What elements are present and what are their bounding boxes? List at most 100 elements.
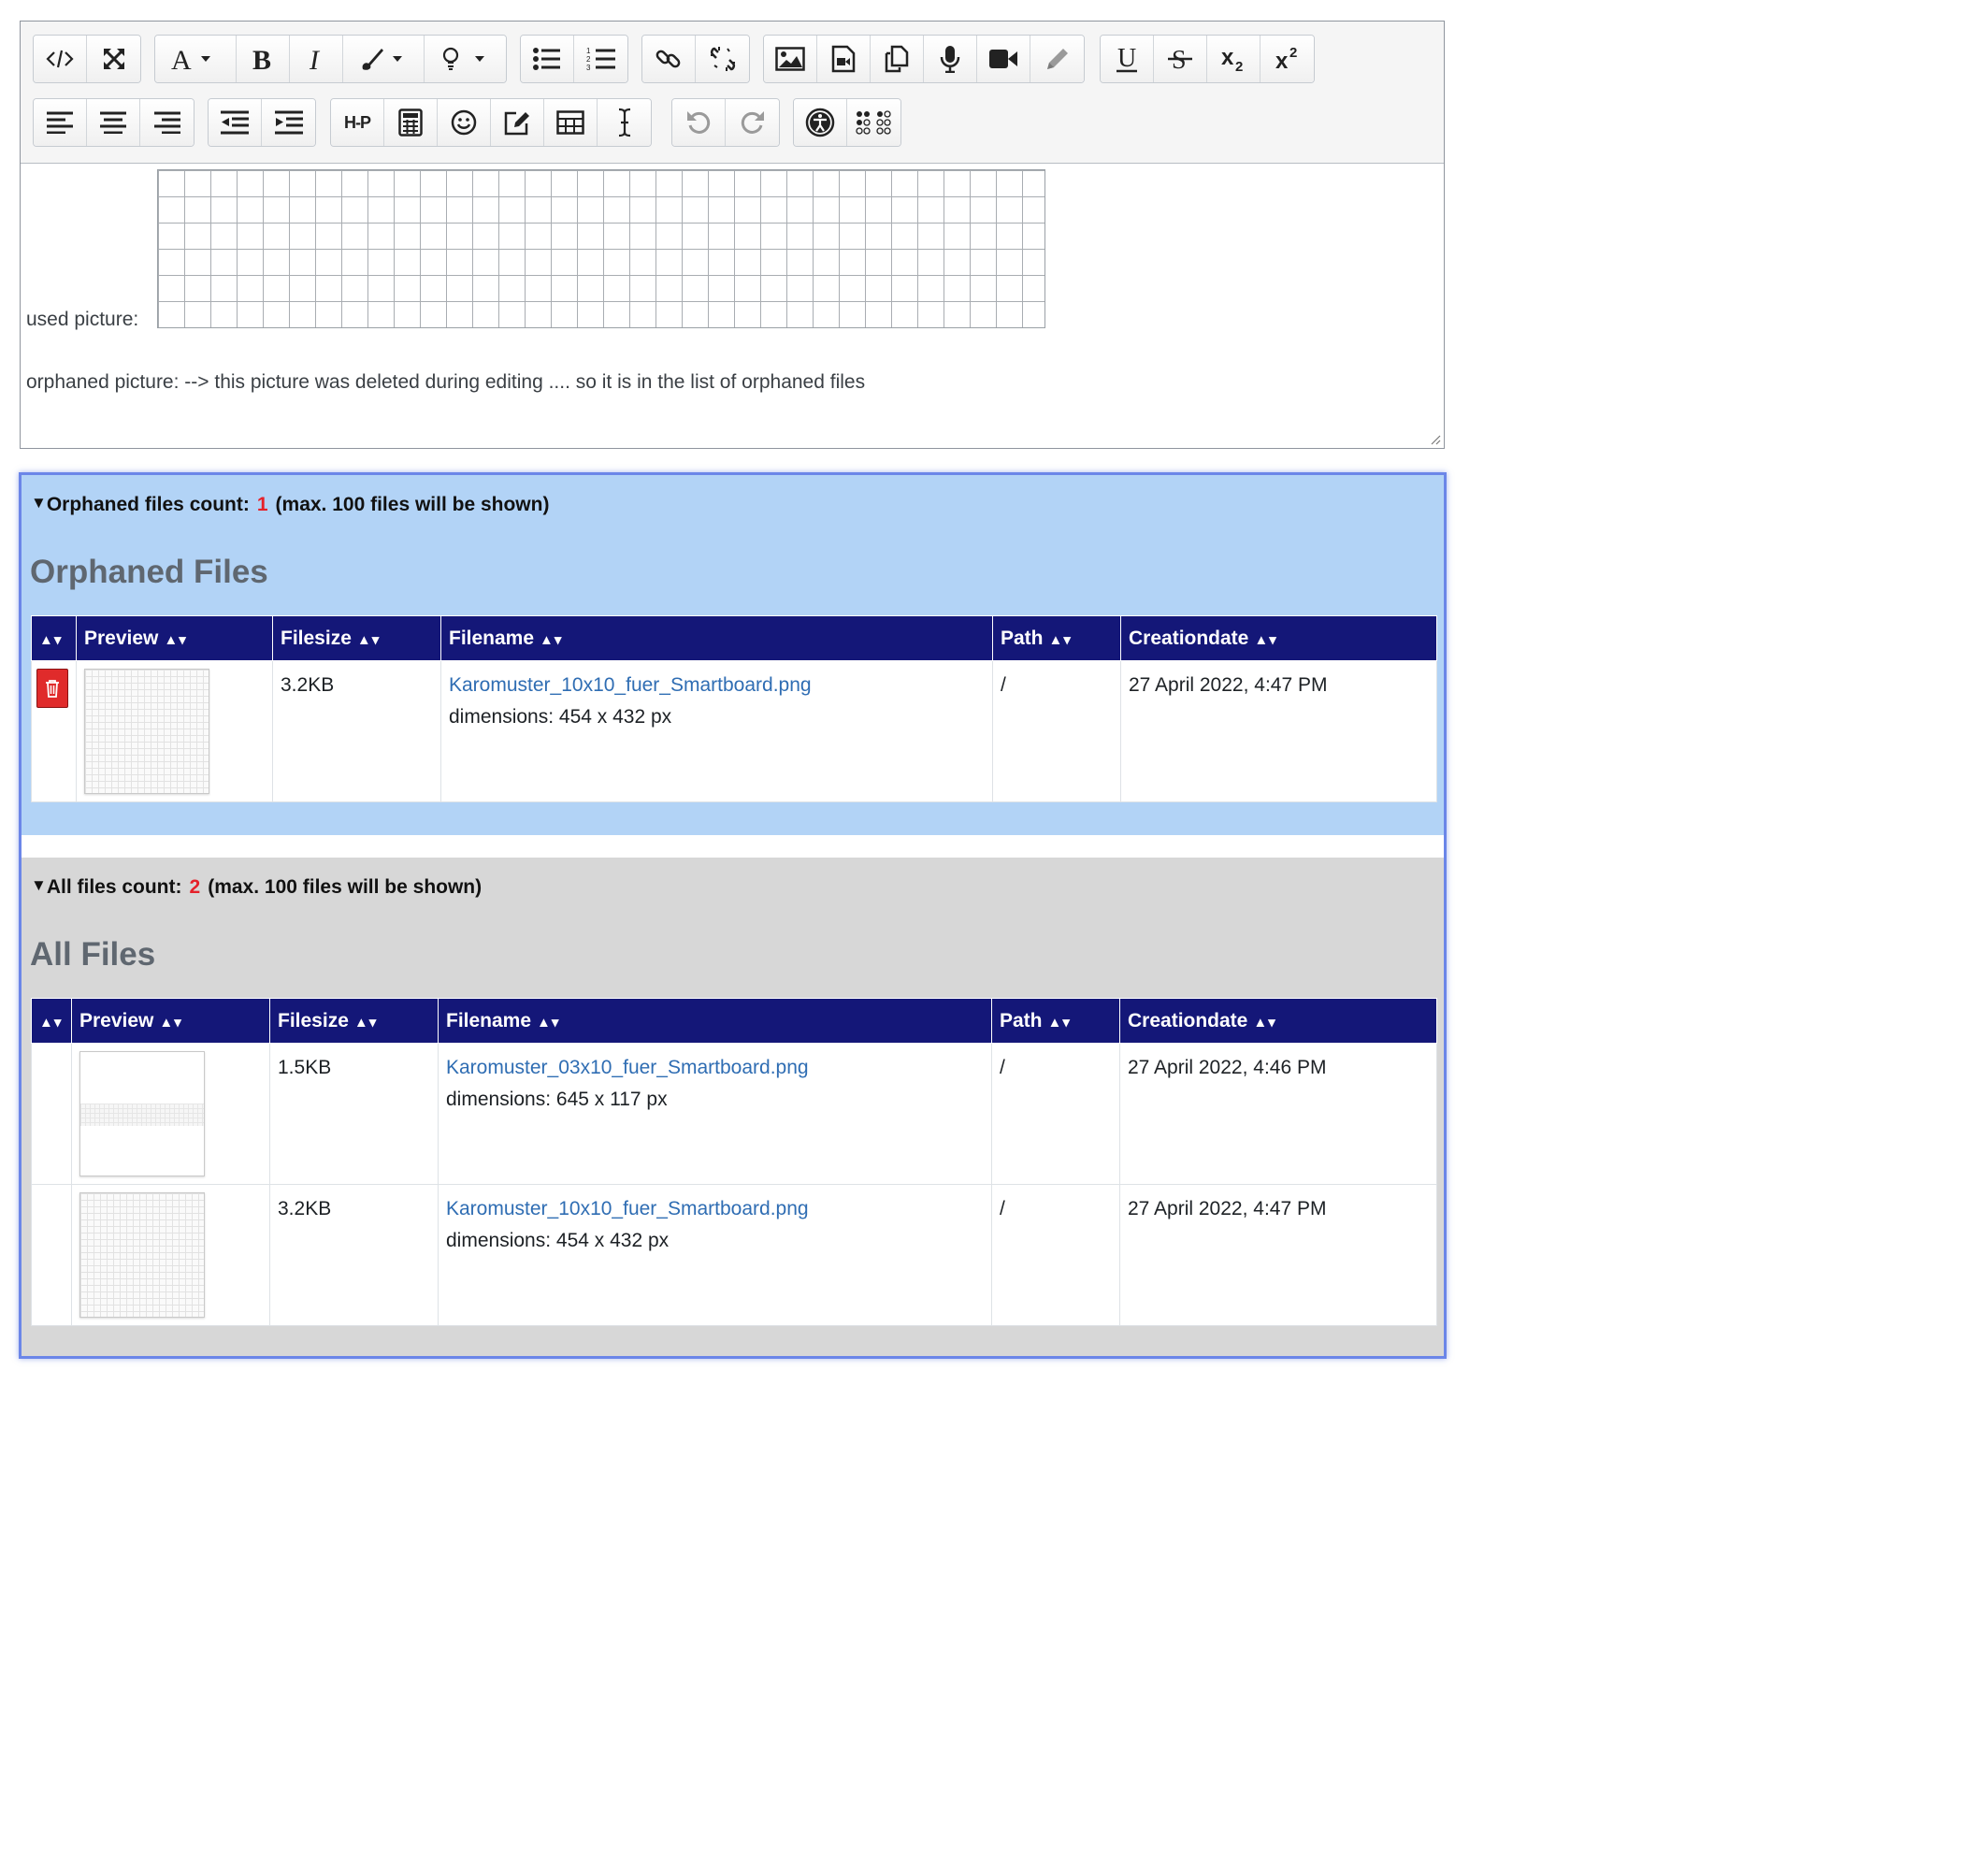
- toolbar-group-style: A B I: [154, 35, 507, 83]
- filesize-cell: 1.5KB: [269, 1043, 439, 1185]
- column-header-actions[interactable]: ▲▾: [31, 615, 77, 661]
- unlink-icon[interactable]: [696, 36, 749, 82]
- column-header-filename[interactable]: Filename ▲▾: [438, 998, 992, 1044]
- column-header-preview[interactable]: Preview ▲▾: [76, 615, 273, 661]
- bullet-list-icon[interactable]: [521, 36, 574, 82]
- column-header-filename[interactable]: Filename ▲▾: [440, 615, 993, 661]
- creationdate-cell: 27 April 2022, 4:47 PM: [1120, 660, 1437, 802]
- subscript-icon[interactable]: x2: [1207, 36, 1261, 82]
- accessibility-icon[interactable]: [794, 99, 847, 146]
- brush-icon[interactable]: [343, 36, 425, 82]
- all-files-summary[interactable]: ▼All files count: 2 (max. 100 files will b…: [31, 876, 482, 899]
- edit-icon[interactable]: [491, 99, 544, 146]
- orphaned-files-summary[interactable]: ▼Orphaned files count: 1 (max. 100 files w…: [31, 494, 549, 516]
- sort-arrows-icon: ▲▾: [39, 631, 63, 648]
- filename-link[interactable]: Karomuster_03x10_fuer_Smartboard.png: [446, 1057, 984, 1079]
- used-picture-label: used picture:: [26, 309, 139, 330]
- align-center-icon[interactable]: [87, 99, 140, 146]
- h5p-label: H-P: [344, 112, 371, 132]
- microphone-icon[interactable]: [924, 36, 977, 82]
- pencil-icon[interactable]: [1030, 36, 1084, 82]
- align-right-icon[interactable]: [140, 99, 194, 146]
- undo-icon[interactable]: [672, 99, 726, 146]
- orphaned-picture-text: orphaned picture: --> this picture was d…: [26, 371, 866, 393]
- creationdate-cell: 27 April 2022, 4:47 PM: [1119, 1184, 1437, 1326]
- media-icon[interactable]: [817, 36, 871, 82]
- lightbulb-icon[interactable]: [425, 36, 506, 82]
- font-color-icon[interactable]: A: [155, 36, 237, 82]
- column-header-path[interactable]: Path ▲▾: [992, 615, 1121, 661]
- delete-button[interactable]: [36, 669, 68, 708]
- sort-arrows-icon: ▲▾: [1047, 1014, 1071, 1031]
- column-header-label: Preview: [79, 1009, 154, 1031]
- column-header-preview[interactable]: Preview ▲▾: [71, 998, 270, 1044]
- strikethrough-icon[interactable]: S: [1154, 36, 1207, 82]
- filesize-cell: 3.2KB: [269, 1184, 439, 1326]
- link-icon[interactable]: [642, 36, 696, 82]
- file-preview-thumbnail[interactable]: [79, 1192, 205, 1318]
- file-preview-thumbnail[interactable]: [79, 1051, 205, 1176]
- superscript-icon[interactable]: x2: [1261, 36, 1314, 82]
- column-header-label: Filesize: [281, 627, 352, 649]
- column-header-label: Filename: [446, 1009, 532, 1031]
- all-files-title: All Files: [30, 936, 156, 973]
- filename-cell: Karomuster_10x10_fuer_Smartboard.png dim…: [438, 1184, 992, 1326]
- trash-icon: [46, 680, 59, 698]
- underline-icon[interactable]: U: [1101, 36, 1154, 82]
- table-row: 3.2KB Karomuster_10x10_fuer_Smartboard.p…: [31, 1184, 1437, 1326]
- column-header-path[interactable]: Path ▲▾: [991, 998, 1120, 1044]
- file-dimensions: dimensions: 645 x 117 px: [446, 1089, 668, 1110]
- column-header-label: Preview: [84, 627, 159, 649]
- file-preview-thumbnail[interactable]: [84, 669, 209, 794]
- numbered-list-icon[interactable]: 123: [574, 36, 627, 82]
- filename-link[interactable]: Karomuster_10x10_fuer_Smartboard.png: [449, 674, 985, 697]
- align-left-icon[interactable]: [34, 99, 87, 146]
- table-header-row: ▲▾ Preview ▲▾ Filesize ▲▾ Filename ▲▾ Path ▲…: [31, 998, 1437, 1044]
- svg-text:I: I: [309, 45, 321, 73]
- video-icon[interactable]: [977, 36, 1030, 82]
- column-header-filesize[interactable]: Filesize ▲▾: [272, 615, 441, 661]
- fullscreen-icon[interactable]: [87, 36, 140, 82]
- orphaned-files-table: ▲▾ Preview ▲▾ Filesize ▲▾ Filename ▲▾ Path ▲…: [31, 615, 1437, 802]
- column-header-actions[interactable]: ▲▾: [31, 998, 72, 1044]
- column-header-label: Path: [1000, 1009, 1043, 1031]
- disclosure-triangle-icon: ▼: [31, 876, 47, 894]
- column-header-creationdate[interactable]: Creationdate ▲▾: [1119, 998, 1437, 1044]
- column-header-label: Filesize: [278, 1009, 349, 1031]
- filesize-cell: 3.2KB: [272, 660, 441, 802]
- text-cursor-icon[interactable]: [598, 99, 651, 146]
- bold-icon[interactable]: B: [237, 36, 290, 82]
- sort-arrows-icon: ▲▾: [540, 631, 563, 648]
- column-header-creationdate[interactable]: Creationdate ▲▾: [1120, 615, 1437, 661]
- preview-cell: [71, 1043, 270, 1185]
- braille-icon[interactable]: [847, 99, 900, 146]
- outdent-icon[interactable]: [209, 99, 262, 146]
- image-icon[interactable]: [764, 36, 817, 82]
- editor-content[interactable]: used picture: orphaned picture: --> this…: [21, 164, 1444, 448]
- sort-arrows-icon: ▲▾: [1048, 631, 1072, 648]
- svg-text:U: U: [1117, 44, 1136, 73]
- emoji-icon[interactable]: [438, 99, 491, 146]
- html-icon[interactable]: [34, 36, 87, 82]
- path-cell: /: [992, 660, 1121, 802]
- resize-grip-icon[interactable]: [1430, 434, 1441, 445]
- orphaned-count-suffix: (max. 100 files will be shown): [275, 494, 550, 515]
- filename-cell: Karomuster_10x10_fuer_Smartboard.png dim…: [440, 660, 993, 802]
- file-dimensions: dimensions: 454 x 432 px: [446, 1230, 670, 1251]
- files-icon[interactable]: [871, 36, 924, 82]
- used-picture-image[interactable]: [157, 169, 1045, 328]
- sort-arrows-icon: ▲▾: [1253, 1014, 1276, 1031]
- sort-arrows-icon: ▲▾: [39, 1014, 63, 1031]
- column-header-label: Filename: [449, 627, 535, 649]
- toolbar-group-lists: 123: [520, 35, 628, 83]
- filename-link[interactable]: Karomuster_10x10_fuer_Smartboard.png: [446, 1198, 984, 1220]
- h5p-icon[interactable]: H-P: [331, 99, 384, 146]
- table-icon[interactable]: [544, 99, 598, 146]
- sort-arrows-icon: ▲▾: [356, 631, 381, 648]
- creationdate-cell: 27 April 2022, 4:46 PM: [1119, 1043, 1437, 1185]
- italic-icon[interactable]: I: [290, 36, 343, 82]
- calculator-icon[interactable]: [384, 99, 438, 146]
- column-header-filesize[interactable]: Filesize ▲▾: [269, 998, 439, 1044]
- indent-icon[interactable]: [262, 99, 315, 146]
- redo-icon[interactable]: [726, 99, 779, 146]
